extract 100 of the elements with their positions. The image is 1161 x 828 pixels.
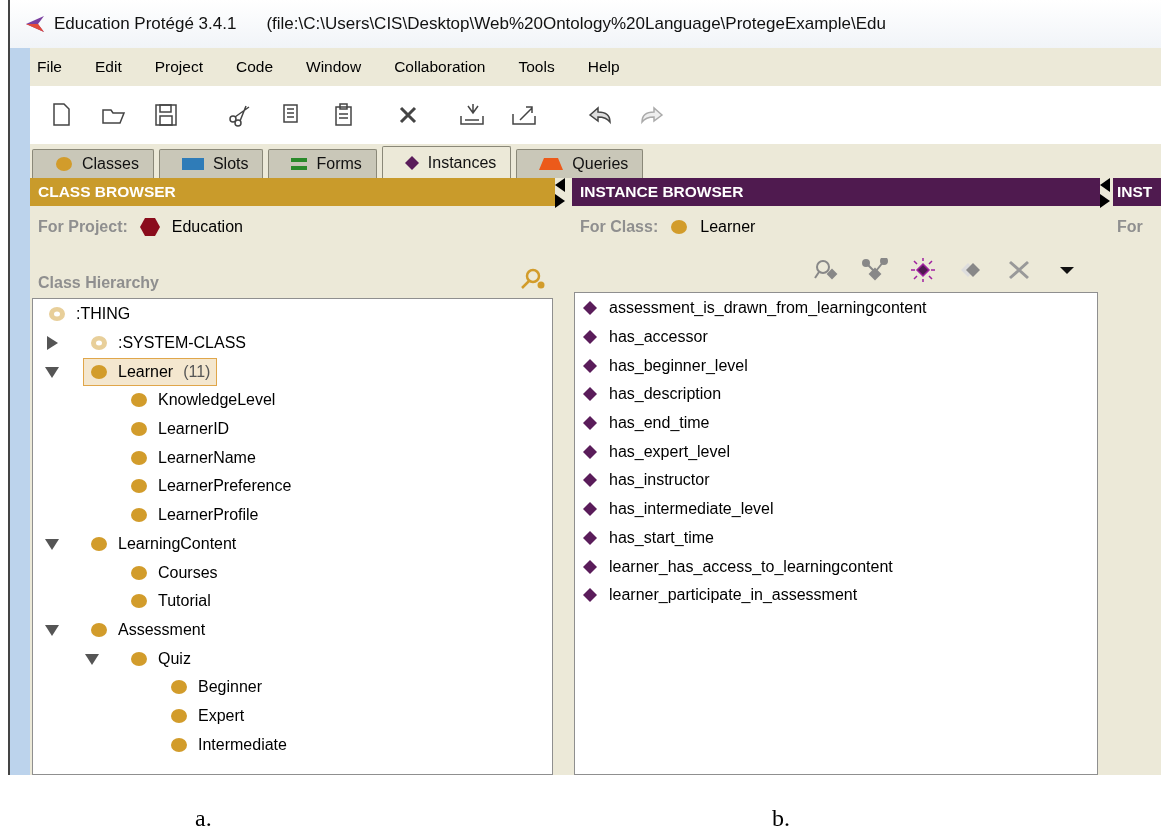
class-name: Courses — [158, 563, 218, 582]
expanded-arrow-icon — [45, 536, 59, 551]
tree-item[interactable]: :SYSTEM-CLASS — [83, 329, 254, 358]
class-name: Beginner — [198, 678, 263, 697]
instance-item[interactable]: has_beginner_level — [575, 351, 1097, 381]
instance-item[interactable]: has_end_time — [575, 408, 1097, 438]
tree-item[interactable]: Expert — [163, 701, 252, 730]
tab[interactable]: Forms — [268, 149, 377, 178]
for-label: For — [1117, 218, 1143, 236]
project-icon — [139, 218, 160, 236]
class-name: :SYSTEM-CLASS — [118, 334, 247, 353]
class-name: Assessment — [118, 620, 206, 639]
instance-item[interactable]: has_accessor — [575, 322, 1097, 352]
instance-icon — [583, 444, 597, 459]
tree-item[interactable]: Assessment — [83, 615, 213, 644]
tree-item[interactable]: Courses — [123, 558, 225, 587]
tab[interactable]: Queries — [516, 149, 644, 178]
tree-item[interactable]: Quiz — [123, 644, 198, 673]
collapse-arrow-icon[interactable] — [555, 178, 565, 192]
class-name: LearningContent — [118, 534, 237, 553]
query-icon — [539, 158, 564, 170]
menu-item[interactable]: Help — [580, 58, 632, 76]
class-name: :THING — [76, 305, 131, 324]
instance-item[interactable]: has_start_time — [575, 523, 1097, 553]
class-name: Intermediate — [198, 735, 287, 754]
expanded-arrow-icon — [45, 622, 59, 637]
for-label: For Project: — [38, 218, 128, 236]
file-path: (file:\C:\Users\CIS\Desktop\Web%20Ontology%20Language\ProtegeExample\Edu — [266, 14, 886, 34]
class-name: LearnerProfile — [158, 506, 259, 525]
expand-arrow-icon[interactable] — [1100, 194, 1110, 208]
figure-caption: b. — [772, 805, 790, 828]
collapse-arrow-icon[interactable] — [1100, 178, 1110, 192]
tree-item[interactable]: LearnerProfile — [123, 501, 266, 530]
tree-item[interactable]: Intermediate — [163, 730, 294, 759]
panel-header: CLASS BROWSER — [30, 178, 555, 206]
expanded-arrow-icon — [85, 651, 99, 666]
tree-item[interactable]: LearningContent — [83, 529, 244, 558]
class-name: LearnerPreference — [158, 477, 292, 496]
class-name: Quiz — [158, 649, 191, 668]
instance-item[interactable]: has_description — [575, 380, 1097, 409]
instance-item[interactable]: has_intermediate_level — [575, 494, 1097, 524]
class-name: Learner — [700, 218, 756, 236]
tab[interactable]: Slots — [158, 149, 264, 178]
tree-item[interactable]: LearnerPreference — [123, 472, 299, 501]
instance-icon — [583, 301, 597, 316]
instance-item[interactable]: learner_has_access_to_learningcontent — [575, 552, 1097, 581]
tree-item[interactable]: :THING — [41, 300, 138, 329]
hierarchy-label: Class Hierarchy — [38, 274, 159, 292]
menu-item[interactable]: Collaboration — [387, 58, 498, 76]
for-label: For Class: — [580, 218, 659, 236]
menu-item[interactable]: Tools — [511, 58, 567, 76]
project-name: Education — [171, 218, 243, 236]
instance-item[interactable]: has_expert_level — [575, 437, 1097, 467]
instance-item[interactable]: has_instructor — [575, 466, 1097, 495]
panel-header: INSTANCE BROWSER — [572, 178, 1100, 206]
tree-item[interactable]: LearnerID — [123, 415, 237, 444]
class-name: KnowledgeLevel — [158, 391, 276, 410]
create-instance-icon[interactable] — [908, 257, 938, 283]
instance-icon — [583, 588, 597, 603]
instance-icon — [583, 416, 597, 431]
tree-item[interactable]: LearnerName — [123, 443, 263, 472]
form-icon — [291, 157, 308, 171]
class-name: LearnerName — [158, 448, 256, 467]
instance-item[interactable]: assessment_is_drawn_from_learningcontent — [575, 294, 1097, 323]
menu-item[interactable]: Edit — [88, 58, 134, 76]
class-icon — [670, 219, 689, 235]
app-logo-icon — [24, 14, 46, 34]
menu-item[interactable]: Code — [228, 58, 285, 76]
figure-caption: a. — [195, 805, 212, 828]
instance-count: (11) — [183, 362, 211, 381]
collapsed-arrow-icon — [45, 336, 59, 351]
tab[interactable]: Classes — [32, 149, 154, 178]
instance-item[interactable]: learner_participate_in_assessment — [575, 580, 1097, 610]
menu-item[interactable]: Project — [147, 58, 215, 76]
instance-icon — [583, 358, 597, 373]
menu-item[interactable]: File — [30, 58, 74, 76]
tree-item[interactable]: Learner (11) — [83, 357, 218, 386]
tree-item[interactable]: Beginner — [163, 673, 270, 702]
class-name: Expert — [198, 706, 245, 725]
expand-arrow-icon[interactable] — [555, 194, 565, 208]
instance-icon — [583, 502, 597, 517]
instance-icon — [583, 387, 597, 402]
tab[interactable]: Instances — [381, 146, 512, 178]
instance-icon — [583, 559, 597, 574]
panel-header: INST — [1113, 178, 1161, 206]
class-name: Learner — [118, 362, 174, 381]
window-title: Education Protégé 3.4.1 — [54, 14, 237, 34]
instance-icon — [583, 330, 597, 345]
tree-item[interactable]: KnowledgeLevel — [123, 386, 283, 415]
instance-icon — [404, 155, 419, 170]
menu-item[interactable]: Window — [299, 58, 374, 76]
tree-item[interactable]: Tutorial — [123, 587, 218, 616]
class-name: Tutorial — [158, 592, 211, 611]
instance-icon — [583, 473, 597, 488]
class-name: LearnerID — [158, 420, 230, 439]
expanded-arrow-icon — [45, 364, 59, 379]
instance-icon — [583, 530, 597, 545]
slot-icon — [181, 158, 204, 170]
references-icon[interactable] — [860, 257, 890, 283]
class-icon — [55, 156, 73, 172]
